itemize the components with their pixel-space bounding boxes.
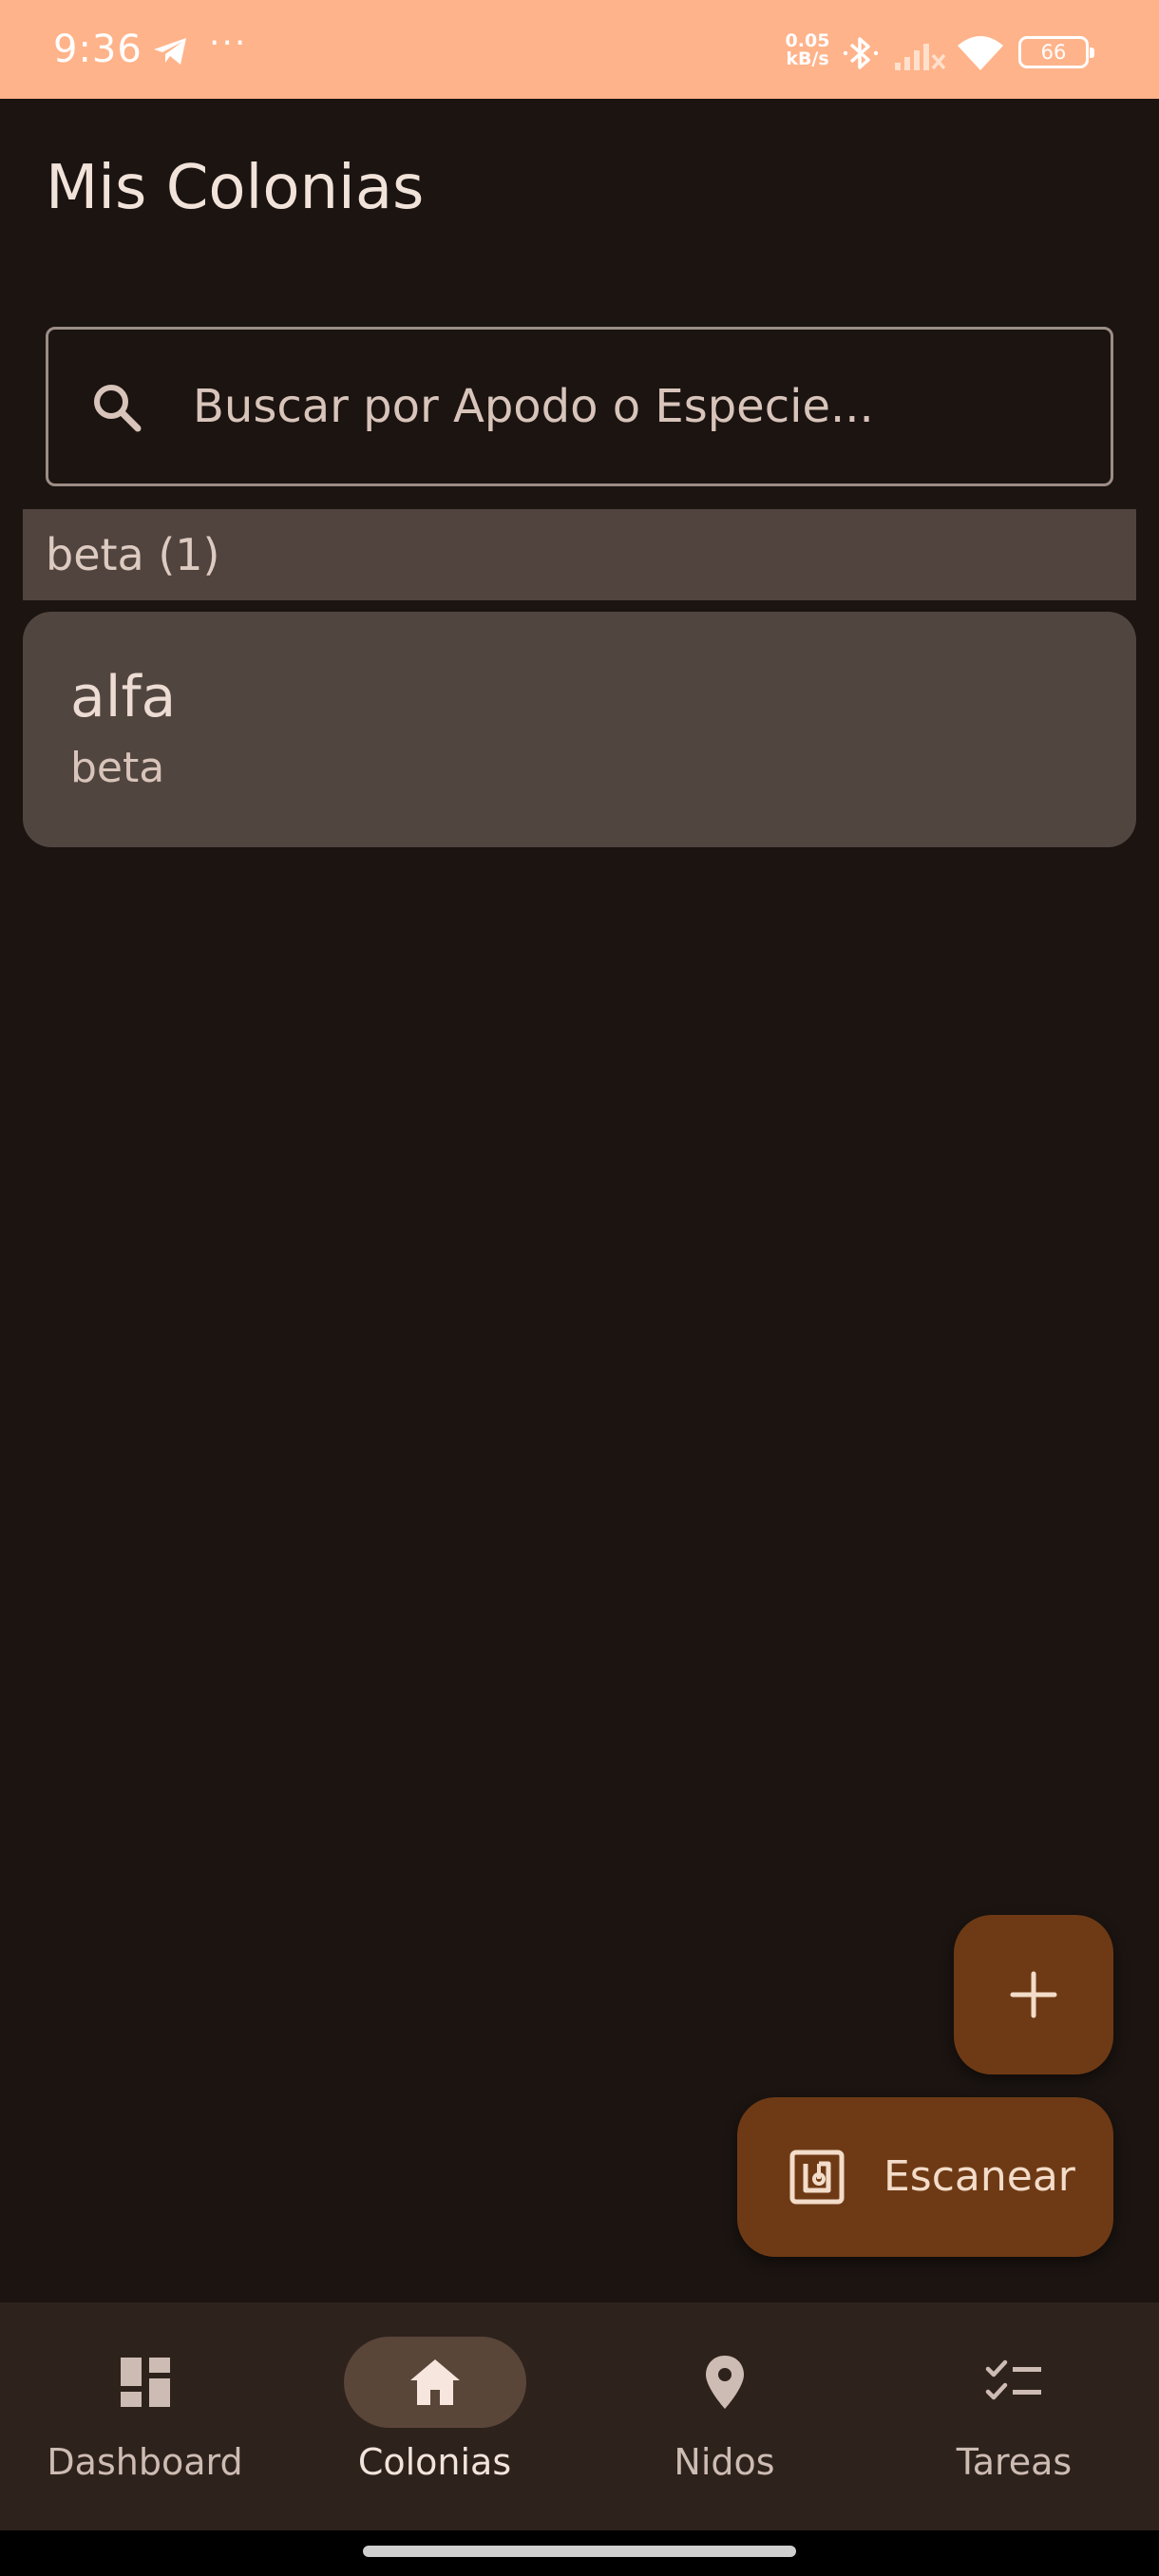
colony-card[interactable]: alfa beta bbox=[23, 612, 1136, 847]
telegram-icon bbox=[154, 38, 186, 65]
search-field[interactable] bbox=[46, 327, 1113, 486]
home-icon bbox=[409, 2359, 460, 2405]
nav-label: Colonias bbox=[357, 2441, 512, 2483]
bottom-navigation: Dashboard Colonias Nidos Tareas bbox=[0, 2302, 1159, 2530]
scan-button[interactable]: Escanear bbox=[737, 2097, 1113, 2257]
plus-icon bbox=[1010, 1971, 1057, 2018]
status-time: 9:36 bbox=[53, 28, 142, 71]
battery-level: 66 bbox=[1040, 41, 1067, 64]
scan-button-label: Escanear bbox=[884, 2152, 1075, 2201]
nav-item-nidos[interactable]: Nidos bbox=[580, 2302, 869, 2530]
dashboard-icon bbox=[120, 2358, 170, 2407]
group-header[interactable]: beta (1) bbox=[23, 509, 1136, 600]
checklist-icon bbox=[985, 2359, 1041, 2400]
search-icon bbox=[94, 385, 142, 432]
battery-icon: 66 bbox=[1018, 36, 1094, 68]
nav-item-colonias[interactable]: Colonias bbox=[290, 2302, 580, 2530]
nav-label: Tareas bbox=[956, 2441, 1073, 2483]
network-speed: 0.05 kB/s bbox=[779, 32, 836, 68]
more-notifications-indicator: ··· bbox=[209, 24, 248, 63]
home-indicator[interactable] bbox=[363, 2546, 796, 2557]
page-title: Mis Colonias bbox=[46, 153, 425, 223]
gesture-area bbox=[0, 2530, 1159, 2576]
wifi-icon bbox=[958, 36, 1003, 70]
nav-label: Dashboard bbox=[47, 2441, 243, 2483]
status-bar: 9:36 ··· 0.05 kB/s 66 bbox=[0, 0, 1159, 99]
add-colony-button[interactable] bbox=[954, 1915, 1113, 2074]
colony-nickname: alfa bbox=[70, 664, 177, 730]
network-speed-unit: kB/s bbox=[786, 48, 829, 69]
signal-icon bbox=[895, 44, 946, 70]
nav-item-dashboard[interactable]: Dashboard bbox=[0, 2302, 290, 2530]
group-header-label: beta (1) bbox=[46, 529, 220, 580]
location-pin-icon bbox=[705, 2356, 744, 2409]
nav-label: Nidos bbox=[674, 2441, 775, 2483]
nfc-scan-icon bbox=[789, 2150, 845, 2205]
colony-species: beta bbox=[70, 744, 165, 792]
bluetooth-icon bbox=[843, 37, 879, 69]
nav-item-tareas[interactable]: Tareas bbox=[869, 2302, 1159, 2530]
search-input[interactable] bbox=[193, 364, 1067, 449]
